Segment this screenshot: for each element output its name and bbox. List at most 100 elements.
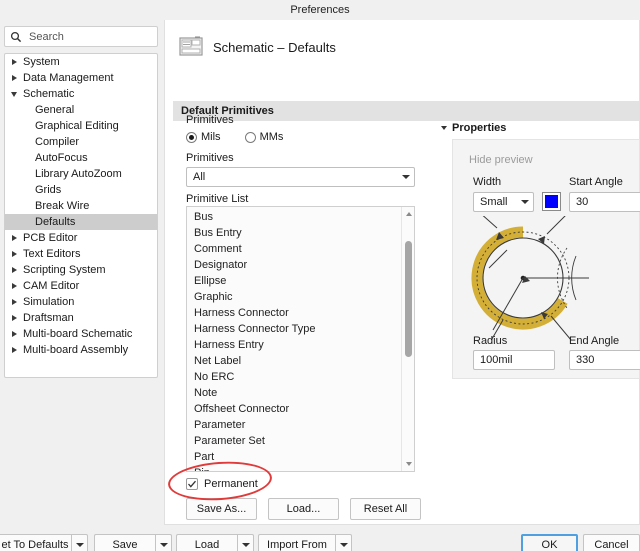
sidebar-item-break-wire[interactable]: Break Wire bbox=[5, 198, 157, 214]
list-item[interactable]: No ERC bbox=[187, 369, 401, 385]
list-item[interactable]: Harness Entry bbox=[187, 337, 401, 353]
chevron-down-icon[interactable] bbox=[71, 534, 88, 551]
sidebar-item-label: Compiler bbox=[35, 136, 80, 148]
scroll-down-icon[interactable] bbox=[402, 458, 414, 470]
sidebar-item-label: General bbox=[35, 104, 75, 116]
list-item[interactable]: Bus bbox=[187, 209, 401, 225]
search-icon bbox=[10, 31, 22, 43]
list-item[interactable]: Bus Entry bbox=[187, 225, 401, 241]
color-swatch[interactable] bbox=[542, 192, 561, 211]
sidebar-item-multi-board-assembly[interactable]: Multi-board Assembly bbox=[5, 342, 157, 358]
chevron-down-icon[interactable] bbox=[155, 534, 172, 551]
sidebar-item-draftsman[interactable]: Draftsman bbox=[5, 310, 157, 326]
chevron-down-icon[interactable] bbox=[7, 91, 21, 97]
sidebar-item-label: Data Management bbox=[23, 72, 114, 84]
list-item[interactable]: Parameter Set bbox=[187, 433, 401, 449]
radio-icon bbox=[186, 131, 197, 143]
primitive-list-scrollbar[interactable] bbox=[401, 207, 414, 471]
sidebar-item-schematic[interactable]: Schematic bbox=[5, 86, 157, 102]
reset-to-defaults-button[interactable]: et To Defaults bbox=[0, 534, 88, 551]
sidebar-item-system[interactable]: System bbox=[5, 54, 157, 70]
list-item[interactable]: Harness Connector Type bbox=[187, 321, 401, 337]
units-radio-group[interactable]: Mils MMs bbox=[186, 131, 283, 143]
load-button[interactable]: Load bbox=[176, 534, 254, 551]
list-item[interactable]: Note bbox=[187, 385, 401, 401]
radius-label: Radius bbox=[473, 335, 508, 347]
save-as-button[interactable]: Save As... bbox=[186, 498, 257, 520]
chevron-right-icon[interactable] bbox=[7, 299, 21, 305]
permanent-checkbox[interactable]: Permanent bbox=[186, 478, 258, 490]
section-header-default-primitives: Default Primitives bbox=[173, 101, 639, 121]
search-input[interactable]: Search bbox=[4, 26, 158, 47]
width-value: Small bbox=[480, 196, 508, 208]
sidebar-item-graphical-editing[interactable]: Graphical Editing bbox=[5, 118, 157, 134]
start-angle-field[interactable]: 30 bbox=[569, 192, 640, 212]
chevron-down-icon[interactable] bbox=[237, 534, 254, 551]
chevron-right-icon[interactable] bbox=[7, 59, 21, 65]
button-label: Reset All bbox=[363, 503, 408, 515]
primitives-filter-value: All bbox=[193, 171, 206, 183]
units-label: Primitives bbox=[186, 114, 234, 126]
reset-to-defaults-label: et To Defaults bbox=[1, 538, 69, 551]
list-item[interactable]: Parameter bbox=[187, 417, 401, 433]
units-radio-mms[interactable]: MMs bbox=[244, 131, 283, 143]
units-radio-mils[interactable]: Mils bbox=[186, 131, 221, 143]
chevron-down-icon[interactable] bbox=[335, 534, 352, 551]
hide-preview-link[interactable]: Hide preview bbox=[469, 154, 533, 166]
sidebar-item-label: AutoFocus bbox=[35, 152, 88, 164]
radius-field[interactable]: 100mil bbox=[473, 350, 555, 370]
list-item[interactable]: Part bbox=[187, 449, 401, 465]
sidebar-item-label: PCB Editor bbox=[23, 232, 78, 244]
list-item[interactable]: Ellipse bbox=[187, 273, 401, 289]
sidebar-item-cam-editor[interactable]: CAM Editor bbox=[5, 278, 157, 294]
chevron-right-icon[interactable] bbox=[7, 283, 21, 289]
sidebar-item-grids[interactable]: Grids bbox=[5, 182, 157, 198]
page-title: Schematic – Defaults bbox=[213, 39, 336, 55]
sidebar-item-general[interactable]: General bbox=[5, 102, 157, 118]
sidebar-item-simulation[interactable]: Simulation bbox=[5, 294, 157, 310]
chevron-right-icon[interactable] bbox=[7, 235, 21, 241]
sidebar-item-label: Break Wire bbox=[35, 200, 90, 212]
sidebar-item-text-editors[interactable]: Text Editors bbox=[5, 246, 157, 262]
settings-tree[interactable]: System Data Management Schematic General Gra… bbox=[4, 53, 158, 378]
list-item[interactable]: Net Label bbox=[187, 353, 401, 369]
cancel-button[interactable]: Cancel bbox=[583, 534, 640, 551]
sidebar-item-library-autozoom[interactable]: Library AutoZoom bbox=[5, 166, 157, 182]
import-from-button[interactable]: Import From bbox=[258, 534, 352, 551]
primitive-list-label: Primitive List bbox=[186, 193, 249, 205]
sidebar-item-compiler[interactable]: Compiler bbox=[5, 134, 157, 150]
chevron-right-icon[interactable] bbox=[7, 267, 21, 273]
sidebar-item-multi-board-schematic[interactable]: Multi-board Schematic bbox=[5, 326, 157, 342]
sidebar-item-defaults[interactable]: Defaults bbox=[5, 214, 157, 230]
list-item[interactable]: Graphic bbox=[187, 289, 401, 305]
scrollbar-thumb[interactable] bbox=[405, 241, 412, 357]
collapse-chevron-icon bbox=[441, 126, 447, 130]
scroll-up-icon[interactable] bbox=[402, 208, 414, 220]
list-item[interactable]: Offsheet Connector bbox=[187, 401, 401, 417]
chevron-right-icon[interactable] bbox=[7, 251, 21, 257]
sidebar-item-data-management[interactable]: Data Management bbox=[5, 70, 157, 86]
sidebar-item-autofocus[interactable]: AutoFocus bbox=[5, 150, 157, 166]
list-item[interactable]: Comment bbox=[187, 241, 401, 257]
ok-button[interactable]: OK bbox=[521, 534, 578, 551]
sidebar-item-scripting-system[interactable]: Scripting System bbox=[5, 262, 157, 278]
width-combo[interactable]: Small bbox=[473, 192, 534, 212]
chevron-right-icon[interactable] bbox=[7, 75, 21, 81]
reset-all-button[interactable]: Reset All bbox=[350, 498, 421, 520]
list-item[interactable]: Pin bbox=[187, 465, 401, 471]
list-item[interactable]: Harness Connector bbox=[187, 305, 401, 321]
primitive-action-buttons: Save As... Load... Reset All bbox=[186, 498, 421, 520]
primitive-list[interactable]: Bus Bus Entry Comment Designator Ellipse Grap… bbox=[186, 206, 415, 472]
load-button[interactable]: Load... bbox=[268, 498, 339, 520]
list-item[interactable]: Designator bbox=[187, 257, 401, 273]
sidebar-item-label: Draftsman bbox=[23, 312, 74, 324]
primitives-filter-combo[interactable]: All bbox=[186, 167, 415, 187]
save-button[interactable]: Save bbox=[94, 534, 172, 551]
end-angle-field[interactable]: 330 bbox=[569, 350, 640, 370]
chevron-right-icon[interactable] bbox=[7, 331, 21, 337]
sidebar-item-label: Graphical Editing bbox=[35, 120, 119, 132]
sidebar-item-pcb-editor[interactable]: PCB Editor bbox=[5, 230, 157, 246]
properties-header[interactable]: Properties bbox=[441, 122, 506, 134]
chevron-right-icon[interactable] bbox=[7, 347, 21, 353]
chevron-right-icon[interactable] bbox=[7, 315, 21, 321]
